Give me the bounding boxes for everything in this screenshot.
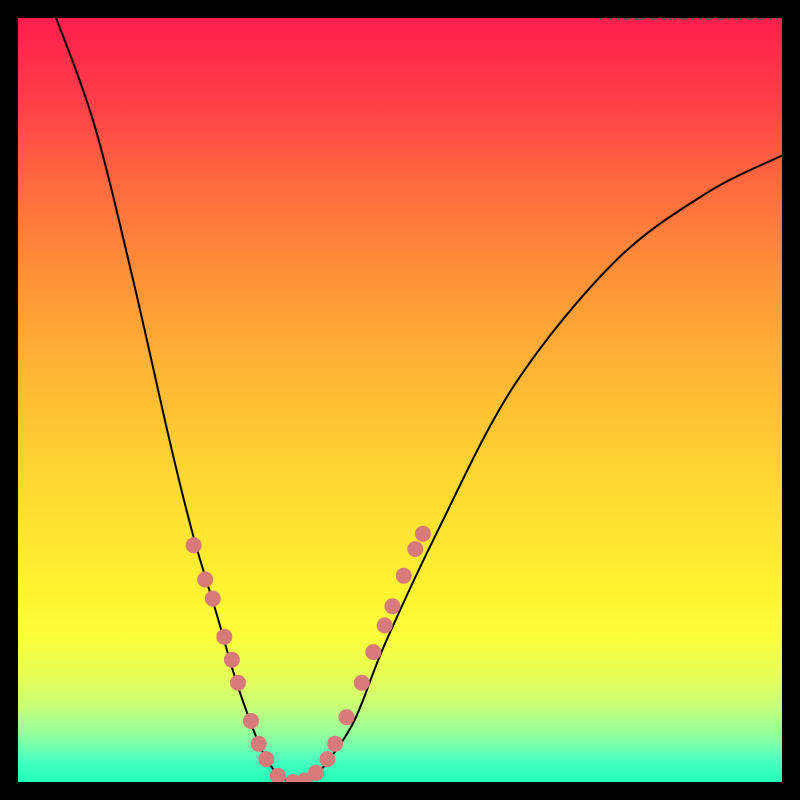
plot-area (18, 18, 782, 782)
curve-marker (243, 713, 259, 729)
curve-markers (186, 526, 431, 790)
curve-marker (251, 736, 267, 752)
curve-marker (308, 765, 324, 781)
curve-marker (216, 629, 232, 645)
watermark-text: TheBottleneck.com (594, 0, 786, 26)
curve-marker (224, 652, 240, 668)
curve-marker (384, 598, 400, 614)
curve-marker (377, 617, 393, 633)
chart-stage: TheBottleneck.com (0, 0, 800, 800)
curve-marker (258, 751, 274, 767)
curve-marker (197, 572, 213, 588)
bottleneck-curve (56, 18, 782, 783)
curve-marker (407, 541, 423, 557)
curve-marker (354, 675, 370, 691)
curve-marker (186, 537, 202, 553)
curve-marker (415, 526, 431, 542)
chart-svg (18, 18, 782, 782)
curve-marker (270, 768, 286, 784)
curve-marker (319, 751, 335, 767)
curve-marker (396, 568, 412, 584)
curve-marker (327, 736, 343, 752)
curve-marker (205, 591, 221, 607)
curve-marker (230, 675, 246, 691)
curve-marker (339, 709, 355, 725)
curve-marker (365, 644, 381, 660)
